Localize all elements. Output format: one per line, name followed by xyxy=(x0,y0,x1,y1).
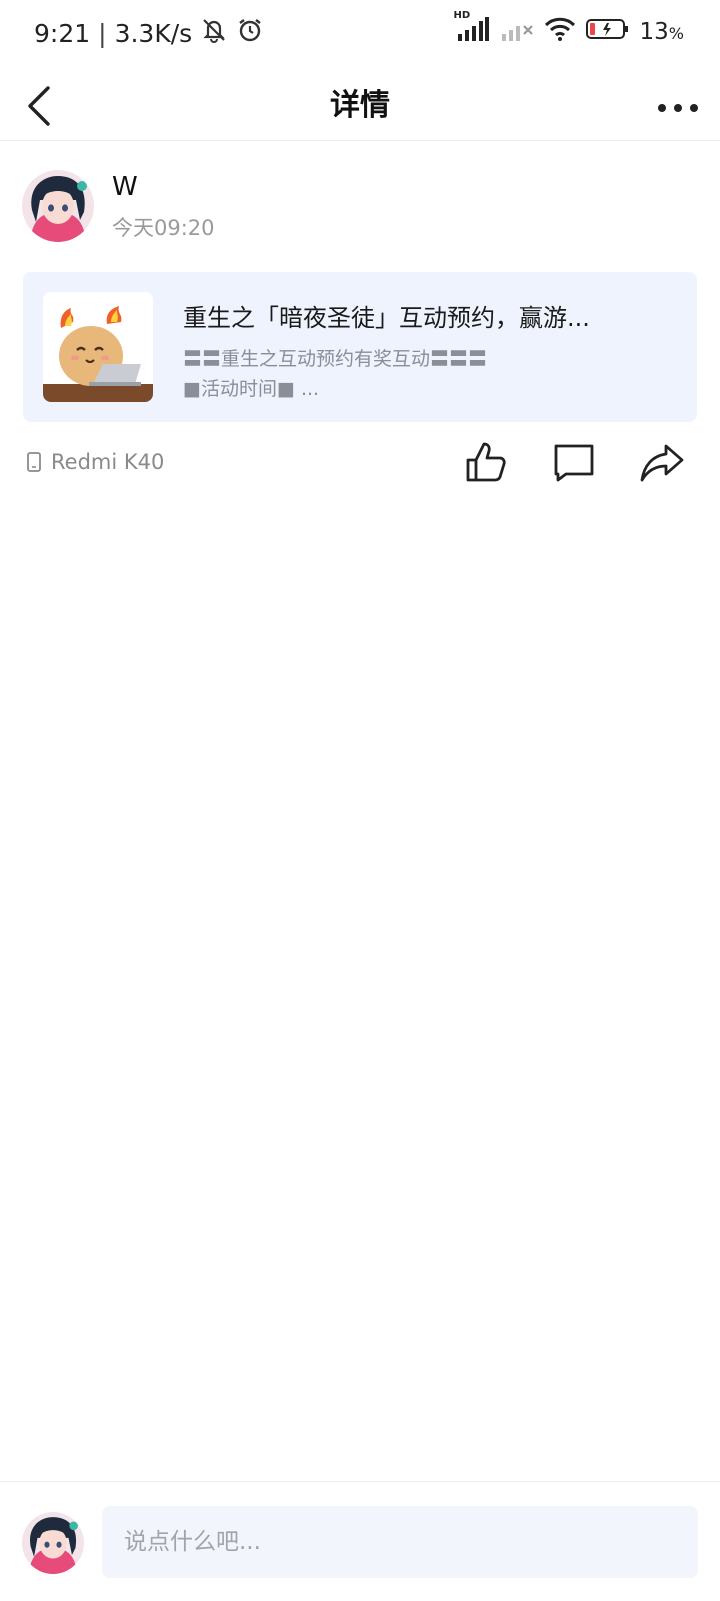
alarm-icon xyxy=(236,16,264,50)
more-icon xyxy=(658,104,698,112)
phone-icon xyxy=(27,452,41,472)
status-bar: 9:21 | 3.3K/s HD 13% xyxy=(0,0,720,68)
battery-percent: 13 xyxy=(639,19,669,45)
more-button[interactable] xyxy=(654,80,702,128)
card-desc-line-1: 〓〓重生之互动预约有奖互动〓〓〓 xyxy=(183,348,488,370)
shared-post-card[interactable]: 重生之「暗夜圣徒」互动预约，赢游... 〓〓重生之互动预约有奖互动〓〓〓 ■活动… xyxy=(23,272,697,422)
card-description: 〓〓重生之互动预约有奖互动〓〓〓 ■活动时间■ ... xyxy=(183,344,563,404)
signal-weak-icon xyxy=(500,16,534,48)
status-net-speed: 3.3K/s xyxy=(114,18,193,48)
device-label: Redmi K40 xyxy=(51,450,165,474)
device-info: Redmi K40 xyxy=(25,450,164,474)
my-avatar xyxy=(22,1512,84,1574)
battery-icon xyxy=(585,17,630,47)
share-button[interactable] xyxy=(638,438,686,486)
wifi-icon xyxy=(544,16,576,48)
nav-bar: 详情 xyxy=(0,68,720,141)
like-button[interactable] xyxy=(462,438,510,486)
thumbs-up-icon xyxy=(466,442,506,482)
share-icon xyxy=(640,444,684,482)
post-time: 今天09:20 xyxy=(112,216,215,240)
comment-button[interactable] xyxy=(550,438,598,486)
card-title: 重生之「暗夜圣徒」互动预约，赢游... xyxy=(183,304,590,332)
author-name[interactable]: W xyxy=(112,172,138,202)
status-time: 9:21 xyxy=(34,18,91,48)
card-thumbnail xyxy=(43,292,153,402)
battery-unit: % xyxy=(668,24,684,43)
signal-icon: HD xyxy=(454,10,490,48)
comment-bar xyxy=(0,1481,720,1601)
status-right: HD 13% xyxy=(454,10,684,48)
page-title: 详情 xyxy=(330,88,390,123)
comment-input[interactable] xyxy=(102,1506,698,1578)
status-left: 9:21 | 3.3K/s xyxy=(34,16,264,50)
comment-icon xyxy=(554,444,594,482)
avatar[interactable] xyxy=(22,170,94,242)
mute-icon xyxy=(200,16,228,50)
card-desc-line-2: ■活动时间■ ... xyxy=(183,378,320,400)
